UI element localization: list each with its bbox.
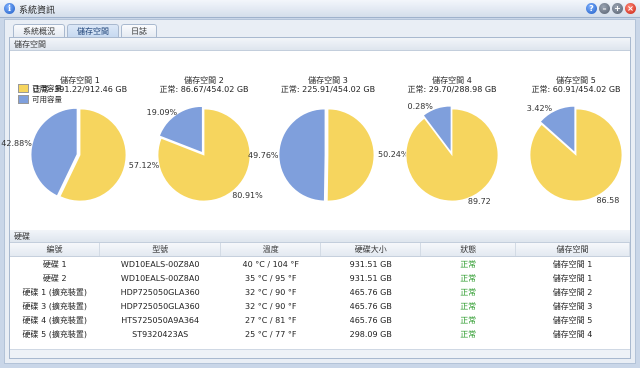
disk-model-cell: HDP725050GLA360 — [120, 287, 200, 297]
disk-status-cell: 正常 — [460, 329, 477, 339]
volume-status: 正常: 86.67/454.02 GB — [159, 85, 249, 94]
close-icon[interactable]: × — [625, 3, 636, 14]
disk-id-cell: 硬碟 2 — [42, 273, 67, 283]
disk-size-cell: 931.51 GB — [349, 259, 392, 269]
used-pct-label: 86.58 — [596, 195, 620, 205]
disk-status-cell: 正常 — [460, 301, 477, 311]
minimize-icon[interactable]: – — [599, 3, 610, 14]
table-row[interactable]: 硬碟 3 (擴充裝置) HDP725050GLA360 32 °C / 90 °F 4… — [10, 299, 630, 313]
disk-id-cell: 硬碟 1 (擴充裝置) — [22, 287, 87, 297]
table-row[interactable]: 硬碟 2 WD10EALS-00Z8A0 35 °C / 95 °F 931.51 G… — [10, 271, 630, 285]
disk-temp-cell: 40 °C / 104 °F — [242, 259, 300, 269]
used-slice[interactable] — [326, 108, 375, 202]
pie-chart-4 — [405, 105, 499, 202]
volume-name: 儲存空間 5 — [556, 76, 596, 85]
volume-name: 儲存空間 3 — [308, 76, 348, 85]
window-controls: ? – + × — [586, 3, 636, 14]
free-pct-label: 49.76% — [248, 150, 279, 160]
volume-name: 儲存空間 4 — [432, 76, 472, 85]
disk-status-cell: 正常 — [460, 259, 477, 269]
tab-logs[interactable]: 日誌 — [121, 24, 157, 38]
disk-temp-cell: 35 °C / 95 °F — [245, 273, 297, 283]
disk-volume-cell: 儲存空間 3 — [552, 301, 593, 311]
help-icon[interactable]: ? — [586, 3, 597, 14]
disk-volume-cell: 儲存空間 2 — [552, 287, 593, 297]
disk-status-cell: 正常 — [460, 287, 477, 297]
window-title: 系統資訊 — [19, 6, 56, 16]
tab-storage[interactable]: 儲存空間 — [67, 24, 119, 38]
disk-table: 編號 型號 溫度 硬碟大小 狀態 儲存空間 硬碟 1 WD10EALS-00Z8A… — [10, 243, 630, 341]
table-row[interactable]: 硬碟 1 WD10EALS-00Z8A0 40 °C / 104 °F 931.51 … — [10, 257, 630, 272]
disk-id-cell: 硬碟 5 (擴充裝置) — [22, 329, 87, 339]
disk-model-cell: WD10EALS-00Z8A0 — [120, 273, 200, 283]
disk-id-cell: 硬碟 3 (擴充裝置) — [22, 301, 87, 311]
free-pct-label: 42.88% — [1, 139, 32, 149]
disk-model-cell: WD10EALS-00Z8A0 — [120, 259, 200, 269]
disk-size-cell: 298.09 GB — [349, 329, 392, 339]
info-icon: i — [4, 3, 15, 14]
col-status-header[interactable]: 狀態 — [420, 243, 517, 257]
disk-volume-cell: 儲存空間 4 — [552, 329, 593, 339]
table-row[interactable]: 硬碟 5 (擴充裝置) ST9320423AS 25 °C / 77 °F 298.0… — [10, 327, 630, 341]
maximize-icon[interactable]: + — [612, 3, 623, 14]
volume-status: 正常: 391.22/912.46 GB — [32, 85, 128, 94]
disk-id-cell: 硬碟 4 (擴充裝置) — [22, 315, 87, 325]
disk-model-cell: HDP725050GLA360 — [120, 301, 200, 311]
col-volume-header[interactable]: 儲存空間 — [515, 243, 630, 257]
disk-size-cell: 465.76 GB — [349, 287, 392, 297]
storage-section-header: 儲存空間 — [10, 38, 630, 51]
table-row[interactable]: 硬碟 1 (擴充裝置) HDP725050GLA360 32 °C / 90 °F 4… — [10, 285, 630, 299]
disk-status-cell: 正常 — [460, 273, 477, 283]
used-pct-label: 89.72 — [467, 197, 491, 207]
volume-3: 儲存空間 3 正常: 225.91/454.02 GB — [263, 76, 393, 94]
disk-id-cell: 硬碟 1 — [42, 259, 67, 269]
disk-volume-cell: 儲存空間 1 — [552, 273, 593, 283]
disk-model-cell: HTS725050A9A364 — [121, 315, 200, 325]
tab-bar: 系統概況 儲存空間 日誌 — [13, 24, 157, 38]
free-pct-label: 0.28% — [407, 101, 433, 111]
disk-temp-cell: 32 °C / 90 °F — [245, 301, 297, 311]
pie-chart-3 — [278, 108, 375, 202]
disk-temp-cell: 32 °C / 90 °F — [245, 287, 297, 297]
volume-name: 儲存空間 1 — [60, 76, 100, 85]
volume-1: 儲存空間 1 正常: 391.22/912.46 GB — [15, 76, 145, 94]
tab-overview[interactable]: 系統概況 — [13, 24, 65, 38]
free-slice[interactable] — [278, 108, 326, 202]
table-row[interactable]: 硬碟 4 (擴充裝置) HTS725050A9A364 27 °C / 81 °F 4… — [10, 313, 630, 327]
used-pct-label: 80.91% — [232, 191, 263, 201]
volume-status: 正常: 225.91/454.02 GB — [280, 85, 376, 94]
title-bar: i 系統資訊 ? – + × — [0, 0, 640, 18]
disk-status-cell: 正常 — [460, 315, 477, 325]
disk-temp-cell: 25 °C / 77 °F — [245, 329, 297, 339]
volume-5: 儲存空間 5 正常: 60.91/454.02 GB — [511, 76, 640, 94]
disk-section-header: 硬碟 — [10, 230, 630, 243]
disk-table-header-row: 編號 型號 溫度 硬碟大小 狀態 儲存空間 — [10, 243, 630, 257]
pie-chart-1 — [30, 107, 127, 202]
disk-size-cell: 931.51 GB — [349, 273, 392, 283]
disk-volume-cell: 儲存空間 5 — [552, 315, 593, 325]
col-id-header[interactable]: 編號 — [10, 243, 100, 257]
status-bar — [10, 349, 630, 358]
volume-status: 正常: 60.91/454.02 GB — [531, 85, 621, 94]
volume-status: 正常: 29.70/288.98 GB — [407, 85, 497, 94]
col-size-header[interactable]: 硬碟大小 — [320, 243, 422, 257]
volume-name: 儲存空間 2 — [184, 76, 224, 85]
volume-2: 儲存空間 2 正常: 86.67/454.02 GB — [139, 76, 269, 94]
disk-size-cell: 465.76 GB — [349, 301, 392, 311]
free-pct-label: 19.09% — [146, 108, 178, 118]
pie-chart-5 — [529, 105, 623, 202]
col-model-header[interactable]: 型號 — [99, 243, 222, 257]
free-pct-label: 3.42% — [526, 103, 553, 113]
disk-model-cell: ST9320423AS — [132, 329, 189, 339]
volume-4: 儲存空間 4 正常: 29.70/288.98 GB — [387, 76, 517, 94]
window-body: 系統概況 儲存空間 日誌 儲存空間 已用容量 可用容量 儲存空間 1 正常: 39… — [1, 19, 636, 364]
storage-panel: 儲存空間 已用容量 可用容量 儲存空間 1 正常: 391.22/912.46 G… — [1, 37, 631, 359]
used-slice[interactable] — [405, 108, 499, 202]
disk-size-cell: 465.76 GB — [349, 315, 392, 325]
disk-volume-cell: 儲存空間 1 — [552, 259, 593, 269]
disk-temp-cell: 27 °C / 81 °F — [245, 315, 297, 325]
col-temp-header[interactable]: 溫度 — [220, 243, 322, 257]
